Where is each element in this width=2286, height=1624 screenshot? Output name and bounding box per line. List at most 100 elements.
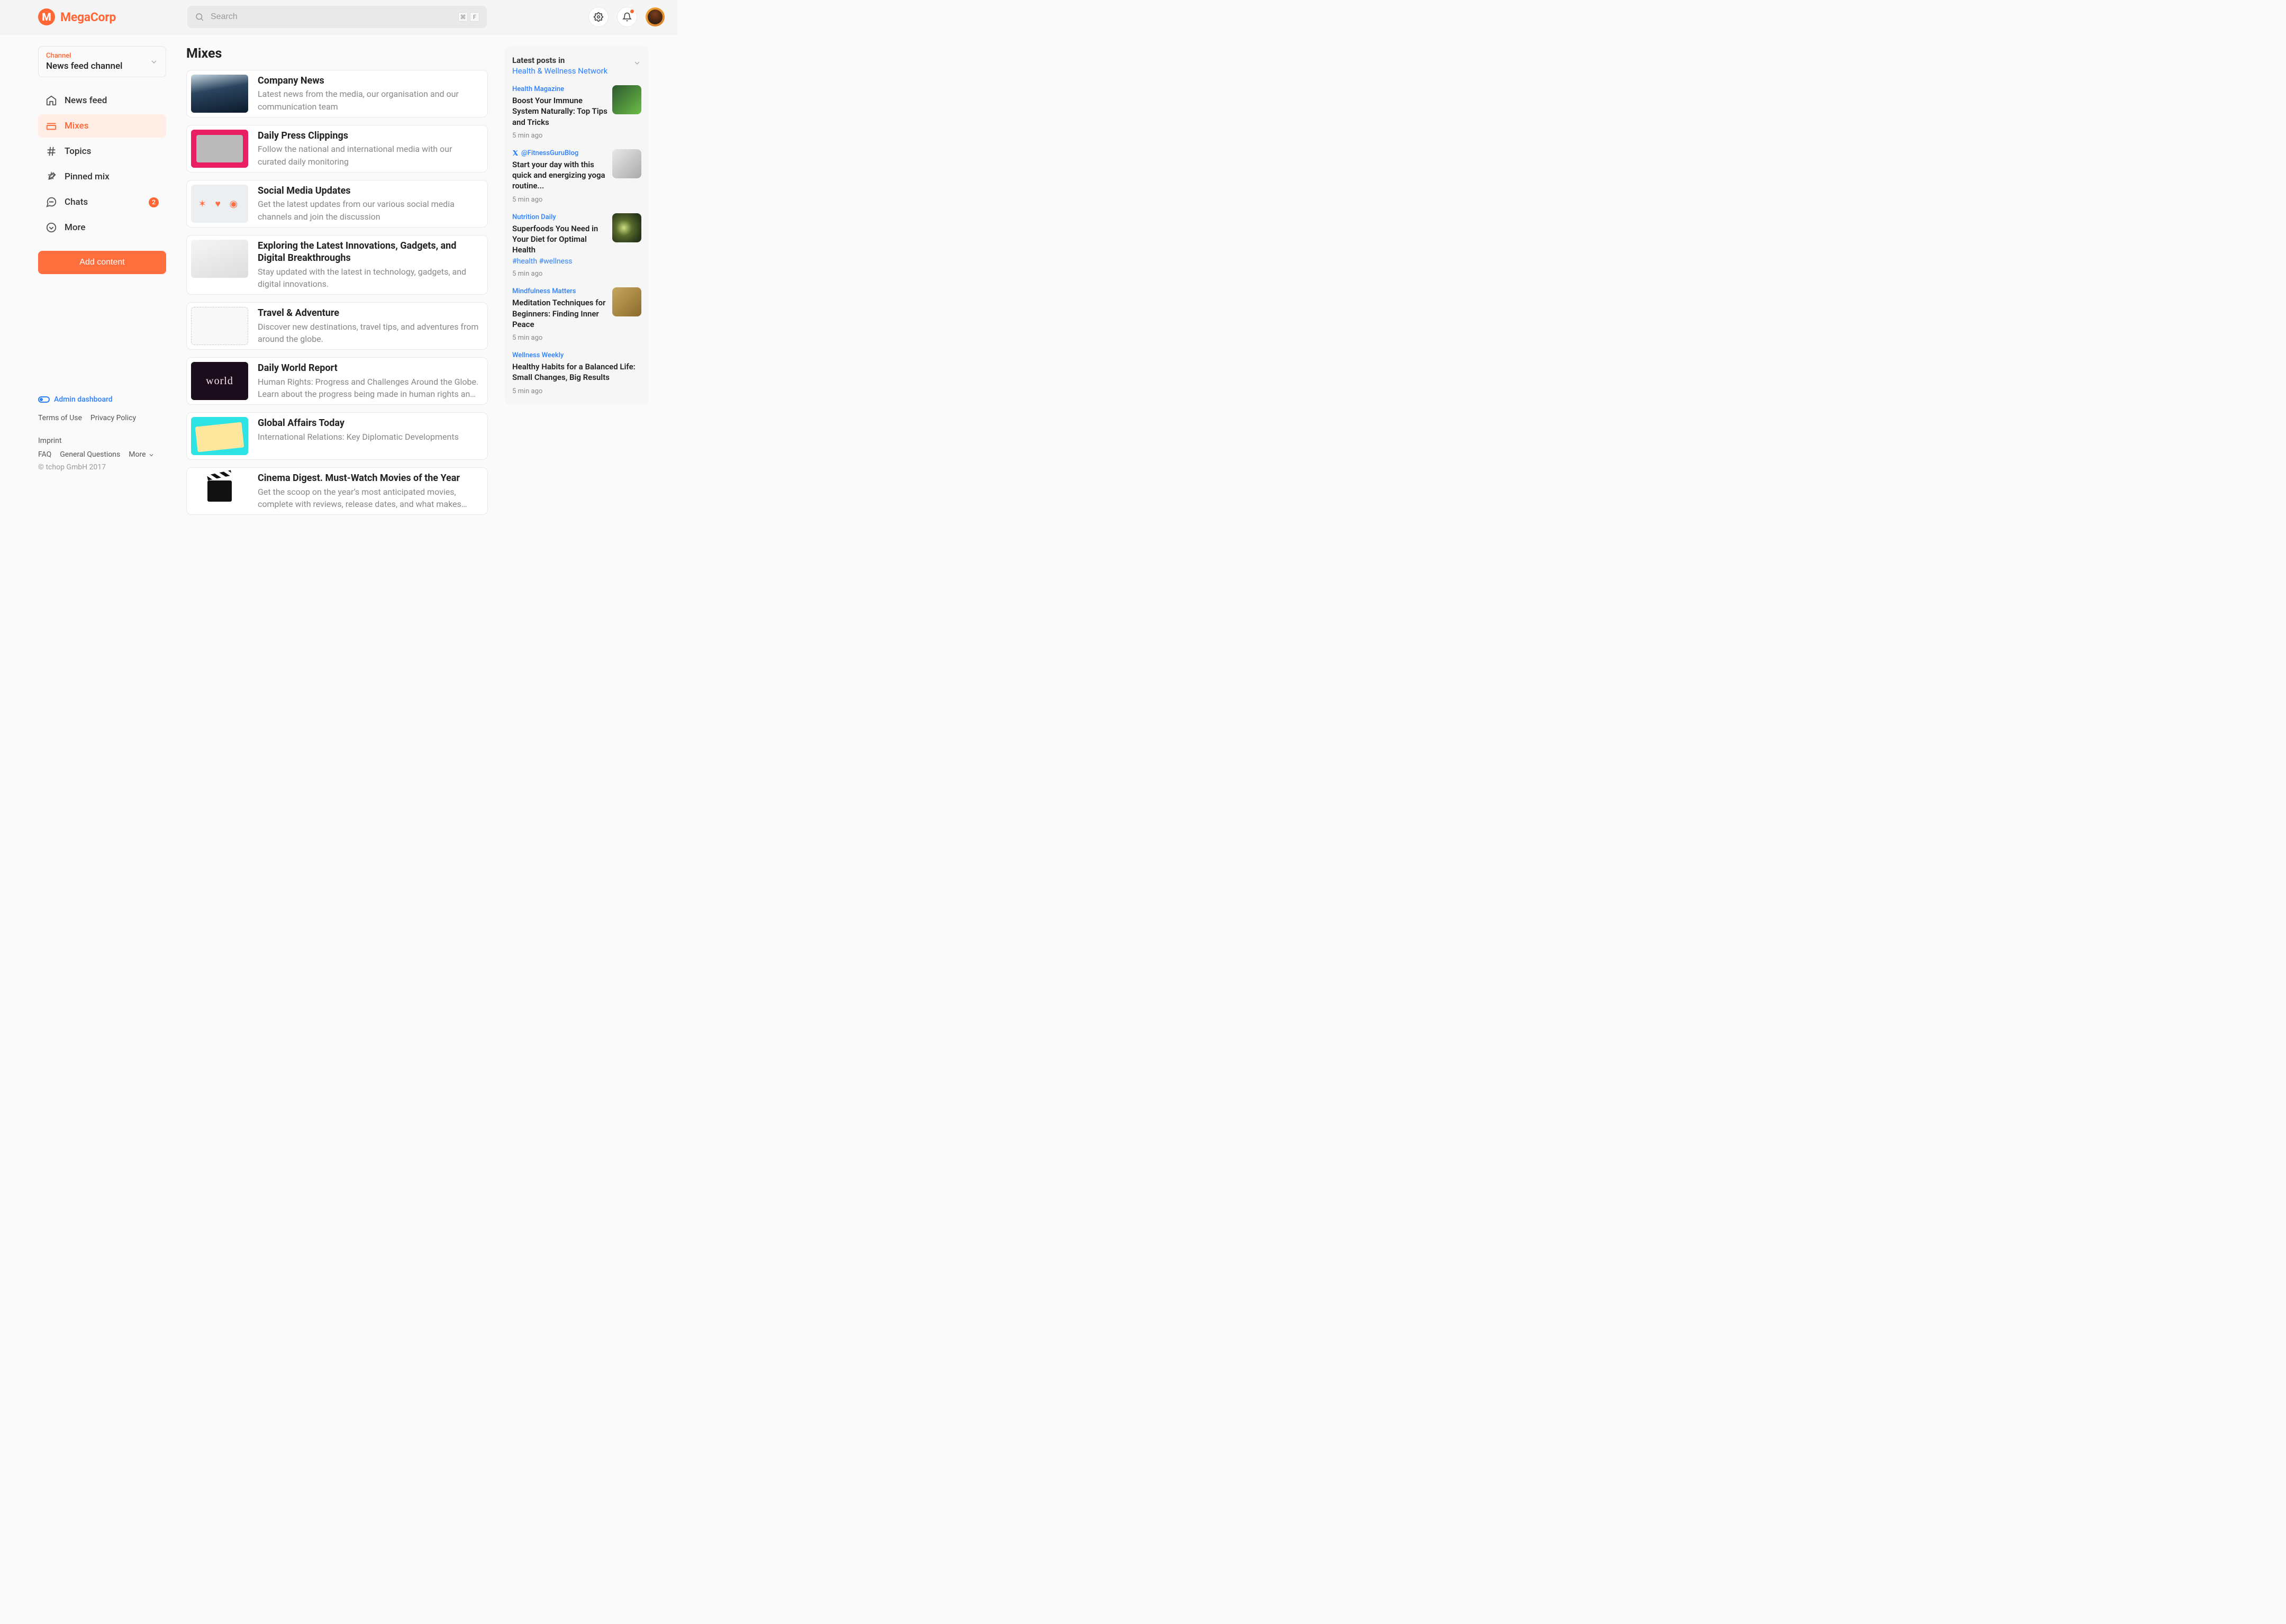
sidebar: Channel News feed channel News feed Mixe…	[0, 34, 186, 481]
mix-description: Latest news from the media, our organisa…	[258, 88, 479, 112]
shortcut-hint: ⌘ F	[458, 12, 479, 22]
mix-description: Get the latest updates from our various …	[258, 198, 479, 222]
mix-card[interactable]: Social Media UpdatesGet the latest updat…	[186, 180, 488, 228]
mix-thumbnail	[191, 307, 248, 345]
mix-thumbnail	[191, 75, 248, 113]
mix-title: Exploring the Latest Innovations, Gadget…	[258, 240, 479, 265]
post-item[interactable]: Wellness WeeklyHealthy Habits for a Bala…	[512, 351, 641, 395]
mix-card[interactable]: Travel & Adventure Discover new destinati…	[186, 302, 488, 350]
search-field[interactable]: ⌘ F	[187, 6, 487, 28]
nav-topics[interactable]: Topics	[38, 140, 166, 163]
nav-label: Topics	[65, 146, 91, 157]
link-general[interactable]: General Questions	[60, 448, 120, 462]
add-content-button[interactable]: Add content	[38, 251, 166, 274]
notification-indicator-icon	[630, 10, 634, 13]
mix-body: Daily Press ClippingsFollow the national…	[258, 130, 483, 168]
copyright: © tchop GmbH 2017	[38, 463, 166, 471]
bell-icon	[622, 12, 632, 22]
app-header: M MegaCorp ⌘ F	[0, 0, 677, 34]
latest-posts-panel: Latest posts in Health & Wellness Networ…	[505, 46, 649, 405]
mix-card[interactable]: Exploring the Latest Innovations, Gadget…	[186, 235, 488, 295]
mix-title: Daily World Report	[258, 362, 479, 374]
mix-card[interactable]: Global Affairs Today International Relati…	[186, 412, 488, 460]
nav-news-feed[interactable]: News feed	[38, 89, 166, 112]
mix-thumbnail	[191, 130, 248, 168]
post-item[interactable]: @FitnessGuruBlogStart your day with this…	[512, 149, 641, 204]
post-item[interactable]: Mindfulness MattersMeditation Techniques…	[512, 287, 641, 342]
settings-button[interactable]	[588, 7, 609, 27]
nav-label: News feed	[65, 95, 107, 106]
post-timestamp: 5 min ago	[512, 270, 641, 278]
channel-value: News feed channel	[46, 61, 158, 71]
mix-card[interactable]: Daily Press ClippingsFollow the national…	[186, 125, 488, 173]
post-timestamp: 5 min ago	[512, 387, 641, 395]
mix-card[interactable]: worldDaily World ReportHuman Rights: Pro…	[186, 357, 488, 405]
link-more-label: More	[129, 448, 146, 462]
chevron-down-icon	[148, 452, 155, 458]
mix-thumbnail	[191, 185, 248, 223]
nav-label: More	[65, 222, 85, 233]
search-icon	[195, 12, 204, 22]
legal-links-row-1: Terms of Use Privacy Policy Imprint	[38, 411, 166, 448]
mix-thumbnail	[191, 240, 248, 278]
link-faq[interactable]: FAQ	[38, 448, 51, 462]
post-thumbnail	[612, 149, 641, 178]
link-more[interactable]: More	[129, 448, 154, 462]
chats-badge: 2	[149, 197, 159, 207]
panel-label: Latest posts in	[512, 56, 641, 65]
notifications-button[interactable]	[617, 7, 637, 27]
post-timestamp: 5 min ago	[512, 196, 641, 204]
nav-label: Chats	[65, 197, 88, 207]
gear-icon	[594, 12, 603, 22]
mix-card[interactable]: Company NewsLatest news from the media, …	[186, 70, 488, 117]
mix-description: Get the scoop on the year’s most anticip…	[258, 486, 479, 510]
panel-source-selector[interactable]: Latest posts in Health & Wellness Networ…	[512, 56, 641, 76]
mix-body: Company NewsLatest news from the media, …	[258, 75, 483, 113]
mix-title: Travel & Adventure	[258, 307, 479, 319]
nav-label: Mixes	[65, 121, 88, 131]
avatar-icon	[648, 10, 663, 25]
nav-mixes[interactable]: Mixes	[38, 114, 166, 138]
post-hashtags: #health #wellness	[512, 257, 641, 266]
mix-title: Social Media Updates	[258, 185, 479, 197]
mix-description: Follow the national and international me…	[258, 143, 479, 167]
user-avatar[interactable]	[646, 7, 665, 26]
link-imprint[interactable]: Imprint	[38, 434, 61, 448]
mix-title: Global Affairs Today	[258, 417, 479, 429]
search-input[interactable]	[211, 12, 452, 22]
mix-title: Daily Press Clippings	[258, 130, 479, 142]
mix-body: Travel & Adventure Discover new destinati…	[258, 307, 483, 345]
mix-description: Discover new destinations, travel tips, …	[258, 321, 479, 345]
post-timestamp: 5 min ago	[512, 334, 641, 342]
mix-title: Company News	[258, 75, 479, 87]
mix-body: Cinema Digest. Must-Watch Movies of the …	[258, 472, 483, 510]
post-title: Healthy Habits for a Balanced Life: Smal…	[512, 361, 641, 383]
header-actions	[588, 7, 665, 27]
nav-chats[interactable]: Chats 2	[38, 190, 166, 214]
brand-name: MegaCorp	[60, 10, 116, 24]
mix-thumbnail	[191, 417, 248, 455]
link-privacy[interactable]: Privacy Policy	[90, 411, 136, 425]
channel-selector[interactable]: Channel News feed channel	[38, 46, 166, 77]
legal-links-row-2: FAQ General Questions More	[38, 448, 166, 462]
post-item[interactable]: Nutrition DailySuperfoods You Need in Yo…	[512, 213, 641, 278]
mix-card[interactable]: Cinema Digest. Must-Watch Movies of the …	[186, 467, 488, 515]
panel-source: Health & Wellness Network	[512, 66, 641, 76]
link-terms[interactable]: Terms of Use	[38, 411, 82, 425]
admin-link-label: Admin dashboard	[54, 395, 113, 404]
nav-pinned-mix[interactable]: Pinned mix	[38, 165, 166, 188]
mix-description: International Relations: Key Diplomatic …	[258, 431, 479, 443]
admin-dashboard-link[interactable]: Admin dashboard	[38, 395, 166, 404]
chevron-down-icon	[633, 59, 641, 67]
chevron-down-icon	[150, 58, 158, 66]
mix-thumbnail	[191, 472, 248, 510]
mix-body: Exploring the Latest Innovations, Gadget…	[258, 240, 483, 290]
post-item[interactable]: Health MagazineBoost Your Immune System …	[512, 85, 641, 140]
nav-label: Pinned mix	[65, 171, 110, 182]
post-thumbnail	[612, 287, 641, 316]
kbd-cmd: ⌘	[458, 12, 468, 22]
brand[interactable]: M MegaCorp	[38, 8, 116, 25]
mix-description: Stay updated with the latest in technolo…	[258, 266, 479, 290]
nav-more[interactable]: More	[38, 216, 166, 239]
toggle-icon	[38, 396, 50, 403]
